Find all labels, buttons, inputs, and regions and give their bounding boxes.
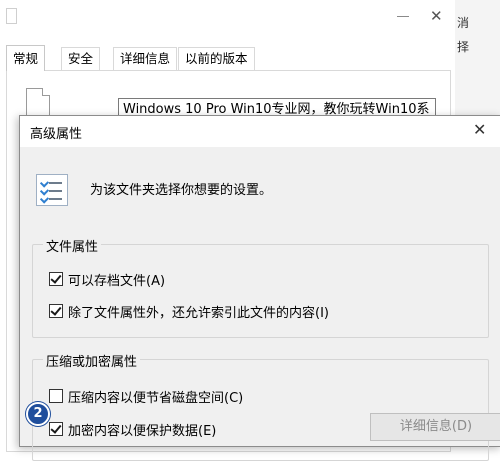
dialog-title: 高级属性 xyxy=(30,127,83,142)
properties-titlebar: ✕ xyxy=(0,0,455,34)
dialog-titlebar: 高级属性 ✕ xyxy=(20,116,500,147)
tab-security[interactable]: 安全 xyxy=(61,47,101,70)
tab-previous-versions[interactable]: 以前的版本 xyxy=(178,47,255,70)
index-option[interactable]: 除了文件属性外，还允许索引此文件的内容(I) xyxy=(49,303,329,321)
close-icon[interactable]: ✕ xyxy=(430,7,443,25)
advanced-attributes-dialog: 高级属性 ✕ 为该文件夹选择你想要的设置。 文件属性 可以存档文件(A) 除了文… xyxy=(19,115,500,461)
encrypt-option[interactable]: 加密内容以便保护数据(E) xyxy=(49,421,216,439)
intro-text: 为该文件夹选择你想要的设置。 xyxy=(90,183,273,198)
step-badge: 2 xyxy=(26,402,50,426)
tab-details[interactable]: 详细信息 xyxy=(113,47,178,70)
edge-text: 消 xyxy=(457,16,470,30)
tab-general[interactable]: 常规 xyxy=(6,45,46,71)
encrypt-checkbox[interactable] xyxy=(49,422,63,436)
edge-text: 择 xyxy=(457,40,470,54)
details-button[interactable]: 详细信息(D) xyxy=(370,413,500,441)
compress-option[interactable]: 压缩内容以便节省磁盘空间(C) xyxy=(49,388,244,406)
group-label: 文件属性 xyxy=(43,236,102,255)
index-checkbox[interactable] xyxy=(49,304,63,318)
file-attributes-group: 文件属性 可以存档文件(A) 除了文件属性外，还允许索引此文件的内容(I) xyxy=(32,236,489,338)
compress-encrypt-group: 压缩或加密属性 压缩内容以便节省磁盘空间(C) 加密内容以便保护数据(E) xyxy=(32,351,489,461)
option-label: 可以存档文件(A) xyxy=(68,273,166,289)
compress-checkbox[interactable] xyxy=(49,389,63,403)
option-label: 压缩内容以便节省磁盘空间(C) xyxy=(68,390,244,406)
archive-option[interactable]: 可以存档文件(A) xyxy=(49,271,166,289)
archive-checkbox[interactable] xyxy=(49,272,63,286)
file-icon xyxy=(26,88,50,118)
close-icon[interactable]: ✕ xyxy=(473,121,486,139)
settings-list-icon xyxy=(36,174,68,206)
group-label: 压缩或加密属性 xyxy=(43,351,141,370)
option-label: 除了文件属性外，还允许索引此文件的内容(I) xyxy=(68,305,329,321)
document-icon xyxy=(6,8,17,24)
minimize-icon[interactable] xyxy=(397,16,409,17)
